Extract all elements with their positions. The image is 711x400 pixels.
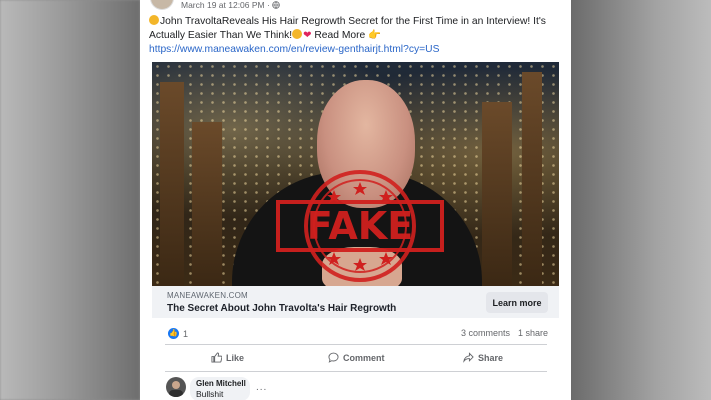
- like-label: Like: [226, 352, 245, 363]
- comment-label: Comment: [343, 352, 385, 363]
- read-more-text: Read More: [311, 30, 369, 41]
- globe-icon: [272, 0, 280, 10]
- preview-title[interactable]: The Secret About John Travolta's Hair Re…: [167, 303, 396, 314]
- comment-icon: [328, 352, 339, 363]
- building-left: [160, 82, 184, 286]
- building-right: [482, 102, 512, 286]
- share-button[interactable]: Share: [463, 352, 503, 363]
- post-link[interactable]: https://www.maneawaken.com/en/review-gen…: [149, 44, 439, 55]
- like-button[interactable]: Like: [211, 352, 244, 363]
- background-right: [571, 0, 711, 400]
- post-meta[interactable]: March 19 at 12:06 PM ·: [181, 0, 280, 10]
- commenter-name[interactable]: Glen Mitchell: [196, 379, 246, 388]
- comment-bubble: Glen Mitchell Bullshit: [190, 377, 250, 400]
- post-actions: Like Comment Share: [140, 348, 571, 368]
- share-label: Share: [478, 352, 504, 363]
- post-text: John TravoltaReveals His Hair Regrowth S…: [149, 15, 561, 57]
- fake-stamp: FAKE: [276, 170, 444, 282]
- post-image[interactable]: FAKE: [152, 62, 559, 286]
- building-left-2: [192, 122, 222, 286]
- pointing-hand-icon: 👉: [368, 30, 381, 41]
- commenter-avatar[interactable]: [166, 377, 186, 397]
- comment-button[interactable]: Comment: [328, 352, 385, 363]
- building-right-2: [522, 72, 542, 286]
- divider-top: [165, 344, 547, 345]
- post-header: March 19 at 12:06 PM ·: [140, 0, 571, 12]
- comments-count[interactable]: 3 comments: [461, 328, 510, 338]
- emoji-face-icon: [149, 15, 159, 25]
- reaction-count[interactable]: 1: [183, 329, 188, 339]
- preview-domain: MANEAWAKEN.COM: [167, 291, 248, 300]
- background-left: [0, 0, 140, 400]
- post-timestamp[interactable]: March 19 at 12:06 PM ·: [181, 0, 272, 10]
- divider-bottom: [165, 371, 547, 372]
- share-icon: [463, 352, 474, 363]
- comment-options-button[interactable]: ...: [256, 382, 267, 393]
- learn-more-button[interactable]: Learn more: [486, 292, 548, 313]
- like-reaction-icon[interactable]: 👍: [168, 328, 179, 339]
- emoji-smile-icon: [292, 29, 303, 39]
- page-avatar[interactable]: [150, 0, 174, 10]
- shares-count[interactable]: 1 share: [518, 328, 548, 338]
- link-preview[interactable]: MANEAWAKEN.COM The Secret About John Tra…: [152, 286, 559, 318]
- comment-item: Glen Mitchell Bullshit ...: [140, 377, 571, 400]
- stamp-text: FAKE: [307, 204, 413, 248]
- thumbs-up-icon: [211, 352, 222, 363]
- facebook-post: March 19 at 12:06 PM · John TravoltaReve…: [140, 0, 571, 400]
- comment-text: Bullshit: [196, 389, 224, 399]
- post-stats: 👍 1 3 comments 1 share: [140, 322, 571, 344]
